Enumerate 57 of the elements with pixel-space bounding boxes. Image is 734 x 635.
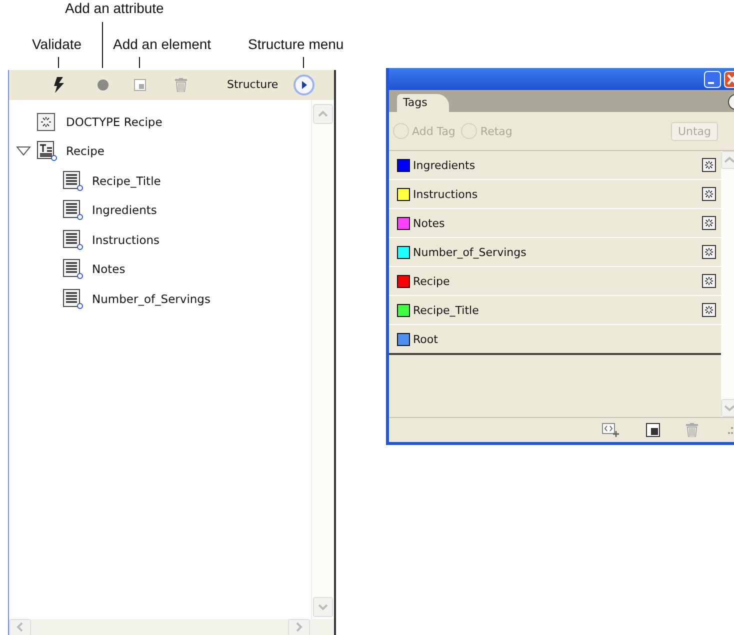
dot-icon[interactable] xyxy=(97,79,109,91)
doctype-icon xyxy=(37,112,55,131)
callout-label: Add an attribute xyxy=(65,0,164,16)
tree-item[interactable]: DOCTYPE Recipe xyxy=(66,114,162,129)
panel-menu-icon[interactable] xyxy=(293,74,315,96)
trash-icon[interactable] xyxy=(175,78,187,92)
tree-item[interactable]: Number_of_Servings xyxy=(92,292,210,306)
element-icon xyxy=(63,288,83,309)
callout-label: Validate xyxy=(32,36,82,52)
tag-row[interactable]: Recipe xyxy=(389,267,721,296)
tree-item[interactable]: Ingredients xyxy=(92,203,157,218)
element-icon xyxy=(63,259,83,280)
element-icon xyxy=(63,200,83,220)
tree-item[interactable]: Instructions xyxy=(92,232,160,247)
scroll-right-icon[interactable] xyxy=(288,619,310,635)
scroll-down-icon[interactable] xyxy=(313,597,333,617)
tree-item[interactable]: Recipe xyxy=(66,144,104,158)
panel-tab[interactable]: Tags xyxy=(397,94,450,112)
tag-row[interactable]: Ingredients xyxy=(389,151,721,180)
tag-row[interactable]: Notes xyxy=(389,209,721,238)
tag-name: Number_of_Servings xyxy=(413,246,528,258)
callout-label: Structure menu xyxy=(248,36,344,52)
tag-name: Instructions xyxy=(413,188,479,200)
minimize-icon[interactable] xyxy=(704,70,721,88)
new-element-icon[interactable] xyxy=(134,79,146,91)
leader-line xyxy=(303,57,304,68)
trash-icon[interactable] xyxy=(686,423,698,437)
close-icon[interactable] xyxy=(724,70,734,88)
horizontal-scrollbar[interactable] xyxy=(9,619,334,635)
tag-name: Recipe_Title xyxy=(413,304,480,316)
element-icon xyxy=(63,170,83,191)
tag-row[interactable]: Recipe_Title xyxy=(389,296,721,325)
vertical-scrollbar[interactable] xyxy=(721,151,734,417)
tag-name: Recipe xyxy=(413,274,451,288)
lightning-icon[interactable] xyxy=(53,77,65,93)
tree-item[interactable]: Notes xyxy=(92,262,126,276)
leader-line xyxy=(139,57,140,68)
scroll-down-icon[interactable] xyxy=(721,399,734,417)
element-icon xyxy=(63,230,83,250)
scroll-up-icon[interactable] xyxy=(721,151,734,169)
text-element-icon xyxy=(37,141,57,162)
tag-add-icon[interactable] xyxy=(602,423,620,437)
expand-toggle-icon[interactable] xyxy=(16,146,31,156)
new-tag-icon[interactable] xyxy=(646,423,660,437)
panel-title: Structure xyxy=(227,78,278,91)
tag-row[interactable]: Instructions xyxy=(389,180,721,209)
tree-item[interactable]: Recipe_Title xyxy=(92,174,161,188)
tag-name: Root xyxy=(413,332,439,346)
leader-line xyxy=(58,57,59,68)
tag-name: Notes xyxy=(413,216,446,230)
callout-label: Add an element xyxy=(113,36,212,52)
tag-row[interactable]: Number_of_Servings xyxy=(389,238,721,267)
tag-name: Ingredients xyxy=(413,158,476,172)
vertical-scrollbar[interactable] xyxy=(311,100,334,619)
scroll-up-icon[interactable] xyxy=(313,104,333,124)
leader-line xyxy=(102,22,103,68)
scroll-left-icon[interactable] xyxy=(9,619,31,635)
